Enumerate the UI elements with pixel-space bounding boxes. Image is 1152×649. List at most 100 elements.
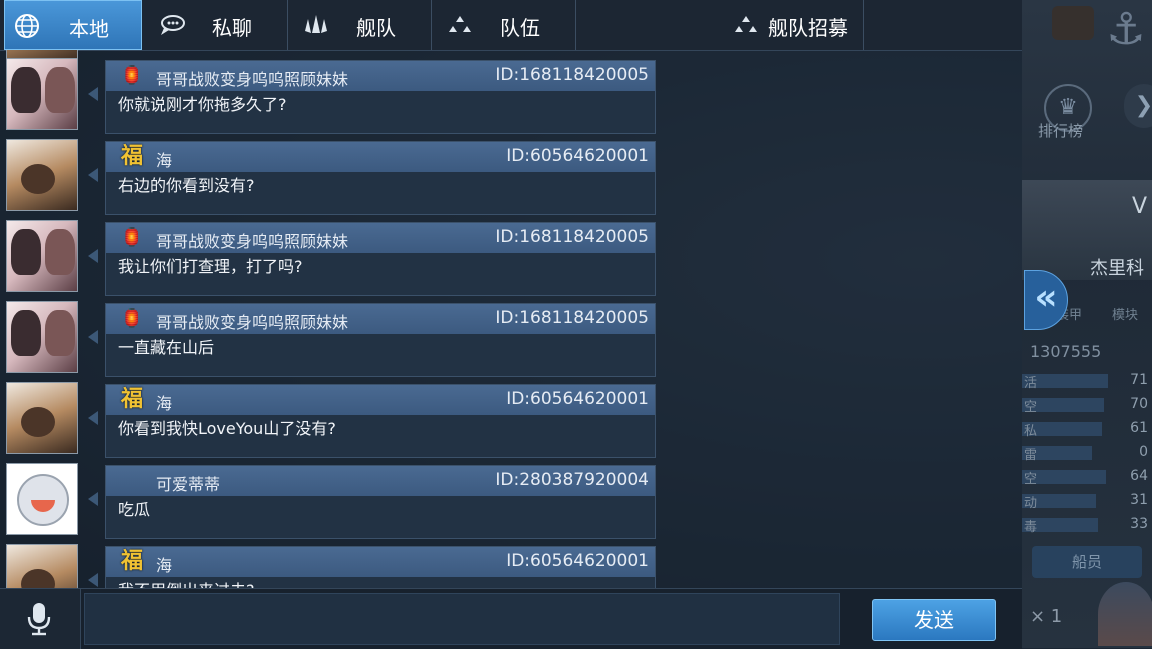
message-header: 可爱蒂蒂 ID:280387920004 bbox=[106, 466, 655, 496]
list-item: 福 海 ID:60564620001 你看到我快LoveYou山了没有? bbox=[0, 376, 680, 458]
sender-id: ID:168118420005 bbox=[495, 308, 649, 328]
message-text: 吃瓜 bbox=[118, 500, 151, 519]
stat-label: 雷 bbox=[1024, 448, 1038, 463]
stat-row: 雷0 bbox=[1022, 444, 1152, 463]
stat-row: 毒 33 bbox=[1022, 516, 1152, 535]
captain-avatar[interactable] bbox=[1098, 582, 1152, 646]
power-value: 1307555 bbox=[1030, 342, 1102, 361]
ship-tabs: 装甲 模块 bbox=[1056, 284, 1152, 330]
tab-private-chat[interactable]: 私聊 bbox=[146, 0, 288, 50]
treasure-chest-icon[interactable] bbox=[1052, 6, 1094, 40]
stat-row: 私 61 bbox=[1022, 420, 1152, 439]
ranking-label[interactable]: 排行榜 bbox=[1038, 120, 1083, 141]
lantern-icon: 🏮 bbox=[120, 308, 144, 329]
stat-label: 毒 bbox=[1024, 520, 1038, 535]
sender-name[interactable]: 海 bbox=[156, 390, 172, 414]
chibi-avatar[interactable] bbox=[6, 463, 78, 535]
bubble-pointer bbox=[88, 249, 98, 263]
stat-label: 动 bbox=[1024, 496, 1038, 511]
anime-girls-avatar[interactable] bbox=[6, 58, 78, 130]
message-bubble[interactable]: 可爱蒂蒂 ID:280387920004 吃瓜 bbox=[105, 465, 656, 539]
photo-avatar[interactable] bbox=[6, 544, 78, 588]
stat-value: 64 bbox=[1130, 468, 1148, 484]
photo-avatar[interactable] bbox=[6, 382, 78, 454]
anime-girls-avatar[interactable] bbox=[6, 220, 78, 292]
bubble-pointer bbox=[88, 492, 98, 506]
sender-name[interactable]: 海 bbox=[156, 147, 172, 171]
fleet-icon bbox=[302, 11, 330, 39]
sender-id: ID:60564620001 bbox=[506, 551, 649, 571]
chat-panel: 本地 私聊 舰队 队伍 舰队招募 🏮 哥哥战败变身呜呜照顾妹妹 ID:16811… bbox=[0, 0, 1022, 649]
anime-girls-avatar[interactable] bbox=[6, 301, 78, 373]
message-text: 右边的你看到没有? bbox=[118, 176, 255, 195]
stat-value: 31 bbox=[1130, 492, 1148, 508]
stat-value: 71 bbox=[1130, 372, 1148, 388]
stat-row: 空 64 bbox=[1022, 468, 1152, 487]
list-item: 🏮 哥哥战败变身呜呜照顾妹妹 ID:168118420005 一直藏在山后 bbox=[0, 295, 680, 377]
lantern-icon: 🏮 bbox=[120, 227, 144, 248]
stat-label: 私 bbox=[1024, 424, 1038, 439]
list-item: 可爱蒂蒂 ID:280387920004 吃瓜 bbox=[0, 457, 680, 539]
photo-avatar[interactable] bbox=[6, 139, 78, 211]
crew-button[interactable]: 船员 bbox=[1032, 546, 1142, 578]
sender-name[interactable]: 哥哥战败变身呜呜照顾妹妹 bbox=[156, 228, 348, 252]
sender-id: ID:168118420005 bbox=[495, 227, 649, 247]
message-text: 我不用倒出来过去? bbox=[118, 577, 255, 588]
tab-fleet-recruit[interactable]: 舰队招募 bbox=[578, 0, 864, 50]
chat-input[interactable] bbox=[84, 593, 840, 645]
sender-name[interactable]: 海 bbox=[156, 552, 172, 576]
tab-fleet[interactable]: 舰队 bbox=[290, 0, 432, 50]
team-icon bbox=[446, 11, 474, 39]
bubble-pointer bbox=[88, 411, 98, 425]
message-bubble[interactable]: 🏮 哥哥战败变身呜呜照顾妹妹 ID:168118420005 你就说刚才你拖多久… bbox=[105, 60, 656, 134]
bubble-pointer bbox=[88, 330, 98, 344]
message-bubble[interactable]: 🏮 哥哥战败变身呜呜照顾妹妹 ID:168118420005 一直藏在山后 bbox=[105, 303, 656, 377]
sender-name[interactable]: 哥哥战败变身呜呜照顾妹妹 bbox=[156, 309, 348, 333]
list-item: 福 海 ID:60564620001 我不用倒出来过去? bbox=[0, 538, 680, 588]
message-bubble[interactable]: 福 海 ID:60564620001 右边的你看到没有? bbox=[105, 141, 656, 215]
fu-badge: 福 bbox=[120, 549, 143, 574]
next-arrow-icon[interactable]: ❯ bbox=[1124, 84, 1152, 128]
message-header: 福 海 ID:60564620001 bbox=[106, 142, 655, 172]
stat-row: 空 70 bbox=[1022, 396, 1152, 415]
sender-id: ID:60564620001 bbox=[506, 389, 649, 409]
send-button[interactable]: 发送 bbox=[872, 599, 996, 641]
ship-name: 杰里科 bbox=[1090, 258, 1144, 279]
sender-name[interactable]: 哥哥战败变身呜呜照顾妹妹 bbox=[156, 66, 348, 90]
tab-label: 私聊 bbox=[212, 16, 252, 40]
fu-badge: 福 bbox=[120, 387, 143, 412]
stat-row: 活 71 bbox=[1022, 372, 1152, 391]
message-bubble[interactable]: 福 海 ID:60564620001 你看到我快LoveYou山了没有? bbox=[105, 384, 656, 458]
message-text: 你看到我快LoveYou山了没有? bbox=[118, 419, 336, 438]
message-header: 福 海 ID:60564620001 bbox=[106, 547, 655, 577]
sender-name[interactable]: 可爱蒂蒂 bbox=[156, 471, 220, 495]
stat-label: 空 bbox=[1024, 400, 1038, 415]
multiplier-label: × 1 bbox=[1030, 606, 1063, 627]
speech-bubble-icon bbox=[158, 11, 186, 39]
message-text: 一直藏在山后 bbox=[118, 338, 215, 357]
microphone-icon bbox=[26, 601, 52, 637]
message-bubble[interactable]: 🏮 哥哥战败变身呜呜照顾妹妹 ID:168118420005 我让你们打查理，打… bbox=[105, 222, 656, 296]
globe-icon bbox=[13, 12, 41, 40]
stat-value: 0 bbox=[1139, 444, 1148, 460]
tab-module[interactable]: 模块 bbox=[1112, 304, 1138, 323]
message-list[interactable]: 🏮 哥哥战败变身呜呜照顾妹妹 ID:168118420005 你就说刚才你拖多久… bbox=[0, 50, 1022, 588]
recruit-icon bbox=[732, 11, 760, 39]
stat-label: 空 bbox=[1024, 472, 1038, 487]
stat-value: 33 bbox=[1130, 516, 1148, 532]
stat-value: 61 bbox=[1130, 420, 1148, 436]
voice-button[interactable] bbox=[0, 589, 81, 649]
stat-label: 活 bbox=[1024, 376, 1038, 391]
message-header: 🏮 哥哥战败变身呜呜照顾妹妹 ID:168118420005 bbox=[106, 304, 655, 334]
message-header: 🏮 哥哥战败变身呜呜照顾妹妹 ID:168118420005 bbox=[106, 61, 655, 91]
tab-team[interactable]: 队伍 bbox=[434, 0, 576, 50]
anchor-icon[interactable]: ⚓ bbox=[1106, 4, 1146, 56]
tab-local[interactable]: 本地 bbox=[4, 0, 142, 50]
message-bubble[interactable]: 福 海 ID:60564620001 我不用倒出来过去? bbox=[105, 546, 656, 588]
stat-value: 70 bbox=[1130, 396, 1148, 412]
tab-label: 舰队招募 bbox=[768, 16, 848, 40]
tab-label: 本地 bbox=[69, 17, 109, 41]
chat-tab-bar: 本地 私聊 舰队 队伍 舰队招募 bbox=[0, 0, 1022, 51]
bubble-pointer bbox=[88, 87, 98, 101]
sender-id: ID:60564620001 bbox=[506, 146, 649, 166]
